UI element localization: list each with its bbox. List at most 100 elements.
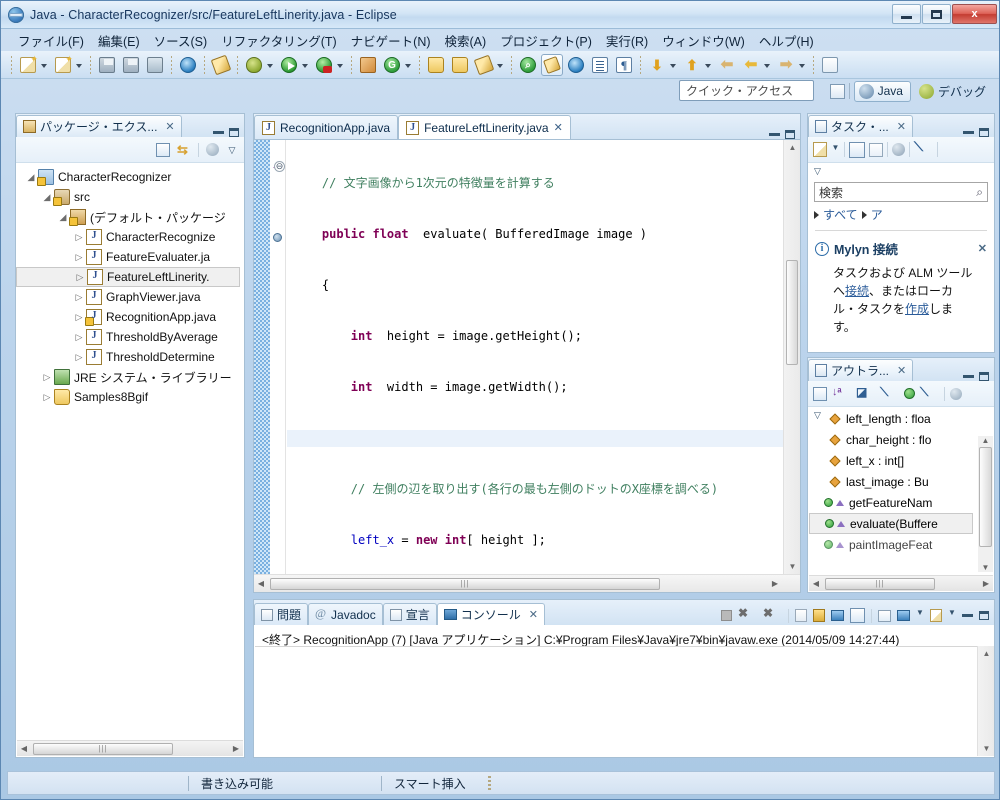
chevron-down-icon-2[interactable]: ▼ (948, 606, 956, 625)
view-menu-icon[interactable] (206, 143, 219, 156)
hide-fields-icon[interactable]: ◪ (856, 384, 875, 403)
scroll-right-icon[interactable]: ▶ (229, 744, 243, 753)
pencil-dropdown[interactable] (496, 54, 505, 76)
minimize-icon[interactable] (962, 614, 973, 617)
run-coverage-icon[interactable] (313, 54, 335, 76)
chevron-down-icon[interactable]: ▼ (831, 140, 840, 159)
coverage-dropdown[interactable] (336, 54, 345, 76)
link-with-editor-icon[interactable]: ⇆ (177, 142, 191, 157)
close-icon[interactable]: ✕ (897, 364, 906, 377)
outline-item-left_x[interactable]: left_x : int[] (809, 450, 993, 471)
open-resource-icon[interactable] (449, 54, 471, 76)
minimize-button[interactable] (892, 4, 921, 24)
tree-item-default-package[interactable]: ◢ (デフォルト・パッケージ (16, 207, 244, 227)
minimize-icon[interactable] (213, 131, 224, 134)
tree-item-FeatureEvaluater-java[interactable]: ▷ FeatureEvaluater.ja (16, 247, 244, 267)
outline-vscrollbar[interactable]: ▲ ▼ (978, 436, 993, 572)
menu-edit[interactable]: 編集(E) (91, 29, 147, 52)
close-icon[interactable]: ✕ (165, 120, 174, 133)
menu-file[interactable]: ファイル(F) (11, 29, 91, 52)
scroll-right-icon[interactable]: ▶ (979, 579, 993, 588)
quick-access-input[interactable]: クイック・アクセス (679, 80, 814, 101)
tree-item-FeatureLeftLinerity-java[interactable]: ▷ FeatureLeftLinerity. (16, 267, 240, 287)
editor-overview-ruler[interactable] (254, 140, 270, 574)
toggle-mark-occurrences-icon[interactable] (210, 54, 232, 76)
run-icon[interactable] (278, 54, 300, 76)
back-icon[interactable]: ⬅ (716, 54, 738, 76)
console-output-area[interactable] (255, 646, 978, 740)
external-tools-dropdown[interactable] (404, 54, 413, 76)
scroll-left-icon[interactable]: ◀ (254, 579, 268, 588)
maximize-icon[interactable] (979, 611, 989, 620)
filter-expand-icon[interactable] (814, 210, 819, 219)
menu-source[interactable]: ソース(S) (147, 29, 215, 52)
external-tools-icon[interactable]: G (381, 54, 403, 76)
link-icon[interactable] (565, 54, 587, 76)
perspective-java[interactable]: Java (853, 80, 911, 102)
show-whitespace-icon[interactable] (589, 54, 611, 76)
outline-hscrollbar[interactable]: ◀ ||| ▶ (809, 575, 993, 591)
outline-item-evaluate[interactable]: evaluate(Buffere (809, 513, 973, 534)
save-all-icon[interactable] (120, 54, 142, 76)
hide-local-icon[interactable]: ⟍ (920, 384, 939, 403)
categorized-icon[interactable] (849, 141, 865, 158)
scroll-down-icon[interactable]: ▼ (978, 741, 995, 756)
scroll-thumb[interactable]: ||| (33, 742, 173, 755)
tree-item-jre-library[interactable]: ▷ JRE システム・ライブラリー (16, 367, 244, 387)
minimize-icon[interactable] (963, 375, 974, 378)
scroll-thumb[interactable]: ||| (825, 577, 935, 590)
scroll-down-icon[interactable]: ▼ (784, 559, 801, 574)
forward-dropdown[interactable] (763, 54, 772, 76)
tree-item-ThresholdByAverage-java[interactable]: ▷ ThresholdByAverage (16, 327, 244, 347)
paragraph-icon[interactable]: ¶ (613, 54, 635, 76)
open-folder-icon[interactable] (425, 54, 447, 76)
outline-items[interactable]: left_length : floa char_height : flo lef… (809, 408, 993, 574)
scroll-left-icon[interactable]: ◀ (809, 579, 823, 588)
open-perspective-icon[interactable] (829, 83, 845, 99)
tab-task-list[interactable]: タスク・... ✕ (808, 115, 913, 137)
menu-refactor[interactable]: リファクタリング(T) (214, 29, 343, 52)
outline-item-left_length[interactable]: left_length : floa (809, 408, 993, 429)
tree-item-Samples8Bgif[interactable]: ▷ Samples8Bgif (16, 387, 244, 407)
minimize-icon[interactable] (769, 133, 780, 136)
twisty-icon[interactable]: ◢ (40, 192, 54, 203)
print-icon[interactable] (144, 54, 166, 76)
outline-item-char_height[interactable]: char_height : flo (809, 429, 993, 450)
hide-static-icon[interactable]: ⟍ (880, 384, 899, 403)
twisty-icon[interactable]: ▷ (40, 372, 54, 383)
editor-folding-ruler[interactable]: ⊖ (270, 140, 286, 574)
tab-package-explorer[interactable]: パッケージ・エクス... ✕ (16, 115, 182, 137)
task-search-input[interactable]: 検索 ⌕ (814, 182, 988, 202)
new-document-icon[interactable] (17, 54, 39, 76)
editor-tab-FeatureLeftLinerity[interactable]: FeatureLeftLinerity.java ✕ (398, 115, 571, 139)
debug-dropdown[interactable] (266, 54, 275, 76)
chevron-down-icon[interactable]: ▽ (226, 143, 238, 157)
tree-item-ThresholdDeterminer-java[interactable]: ▷ ThresholdDetermine (16, 347, 244, 367)
terminate-icon[interactable] (721, 610, 732, 621)
save-icon[interactable] (96, 54, 118, 76)
mylyn-link-connect[interactable]: 接続 (845, 284, 869, 298)
console-vscrollbar[interactable]: ▲ ▼ (977, 646, 994, 756)
twisty-icon[interactable]: ◢ (24, 172, 38, 183)
maximize-button[interactable] (922, 4, 951, 24)
editor-vscrollbar[interactable]: ▲ ▼ (783, 140, 800, 574)
new-wizard-dropdown[interactable] (75, 54, 84, 76)
outline-item-paintImageFeature[interactable]: paintImageFeat (809, 534, 993, 555)
editor-tab-RecognitionApp[interactable]: RecognitionApp.java (254, 115, 399, 139)
maximize-icon[interactable] (229, 128, 239, 137)
remove-launch-icon[interactable]: ✖ (738, 606, 757, 625)
new-wizard-icon[interactable] (52, 54, 74, 76)
pencil-icon[interactable] (473, 54, 495, 76)
tab-declaration[interactable]: 宣言 (382, 603, 437, 625)
schedule-icon[interactable] (869, 142, 883, 157)
public-icon[interactable] (904, 388, 915, 399)
tab-console[interactable]: コンソール ✕ (436, 603, 545, 625)
new-java-project-icon[interactable] (357, 54, 379, 76)
highlight-icon[interactable] (541, 53, 563, 76)
tree-item-src[interactable]: ◢ src (16, 187, 244, 207)
scroll-thumb[interactable] (786, 260, 798, 365)
menu-help[interactable]: ヘルプ(H) (752, 29, 821, 52)
tree-item-CharacterRecognizer-java[interactable]: ▷ CharacterRecognize (16, 227, 244, 247)
clear-console-icon[interactable] (831, 610, 844, 621)
tree-item-project[interactable]: ◢ CharacterRecognizer (16, 167, 244, 187)
